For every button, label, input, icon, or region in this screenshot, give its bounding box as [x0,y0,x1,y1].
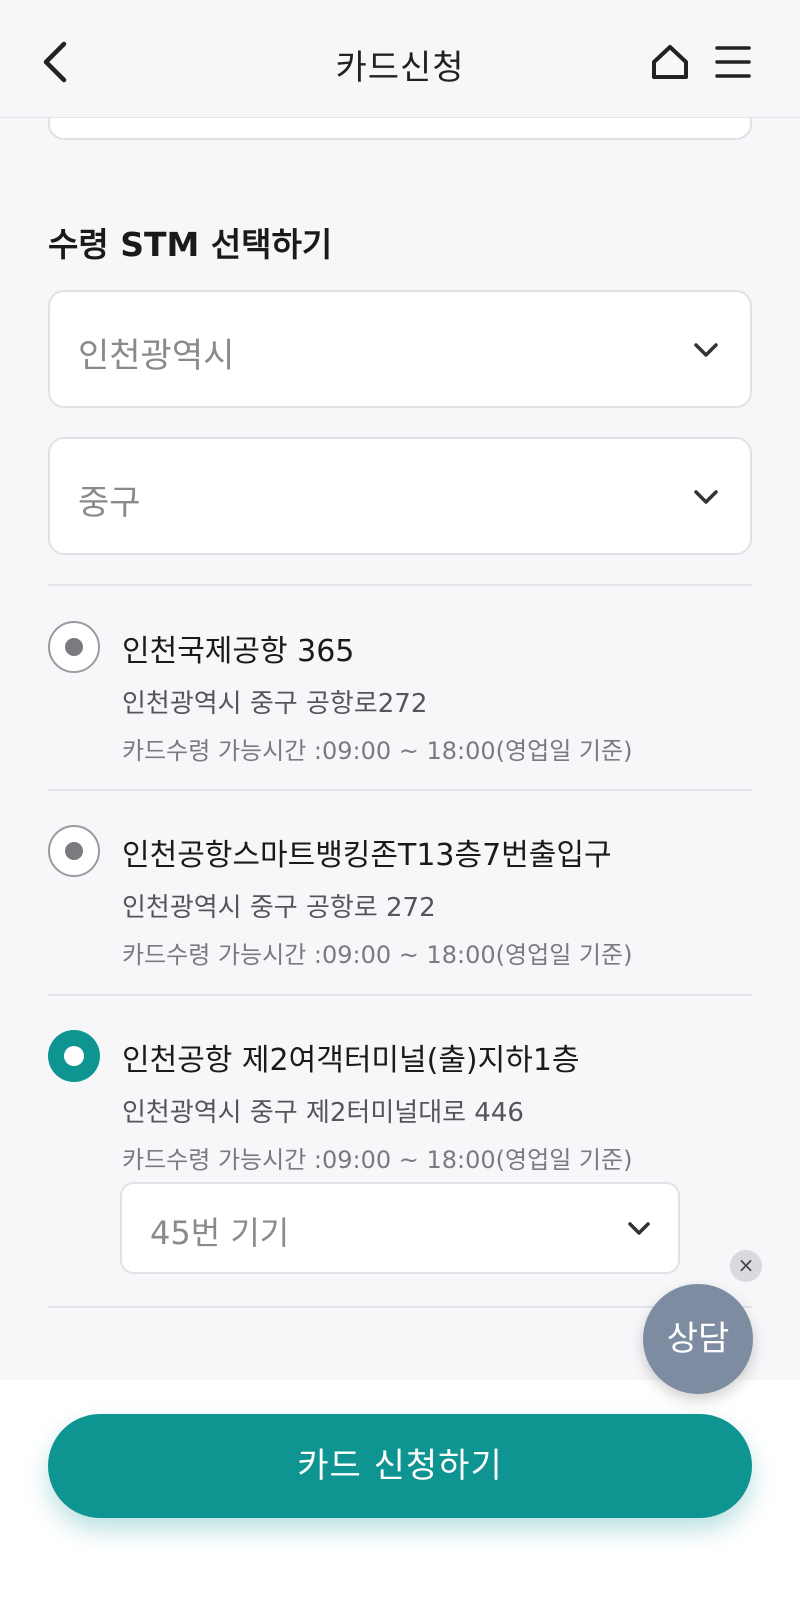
chevron-down-icon [694,490,718,504]
home-icon [652,45,688,79]
machine-select-value: 45번 기기 [150,1214,290,1252]
chevron-down-icon [628,1222,650,1235]
menu-button[interactable] [715,44,751,80]
city-select-value: 인천광역시 [78,336,235,376]
app-header: 카드신청 [0,0,800,118]
hamburger-menu-icon [715,46,751,78]
location-hours: 카드수령 가능시간 :09:00 ~ 18:00(영업일 기준) [122,941,633,969]
location-name: 인천공항스마트뱅킹존T13층7번출입구 [122,838,612,873]
location-radio[interactable] [48,825,100,877]
divider [48,1306,752,1308]
machine-select[interactable]: 45번 기기 [120,1182,680,1274]
divider [48,789,752,791]
consult-button[interactable]: 상담 [643,1284,753,1394]
location-name: 인천국제공항 365 [122,634,355,669]
district-select[interactable]: 중구 [48,437,752,555]
divider [48,584,752,586]
location-address: 인천광역시 중구 공항로 272 [122,893,436,923]
location-hours: 카드수령 가능시간 :09:00 ~ 18:00(영업일 기준) [122,1146,633,1174]
location-hours: 카드수령 가능시간 :09:00 ~ 18:00(영업일 기준) [122,737,633,765]
city-select[interactable]: 인천광역시 [48,290,752,408]
divider [48,994,752,996]
location-address: 인천광역시 중구 공항로272 [122,689,428,719]
district-select-value: 중구 [78,483,141,523]
location-radio-selected[interactable] [48,1030,100,1082]
close-consult-button[interactable]: × [730,1250,762,1282]
section-title: 수령 STM 선택하기 [48,225,333,264]
chevron-down-icon [694,343,718,357]
location-radio[interactable] [48,621,100,673]
home-button[interactable] [650,42,690,82]
location-address: 인천광역시 중구 제2터미널대로 446 [122,1098,524,1128]
location-name: 인천공항 제2여객터미널(출)지하1층 [122,1043,580,1078]
apply-card-button[interactable]: 카드 신청하기 [48,1414,752,1518]
